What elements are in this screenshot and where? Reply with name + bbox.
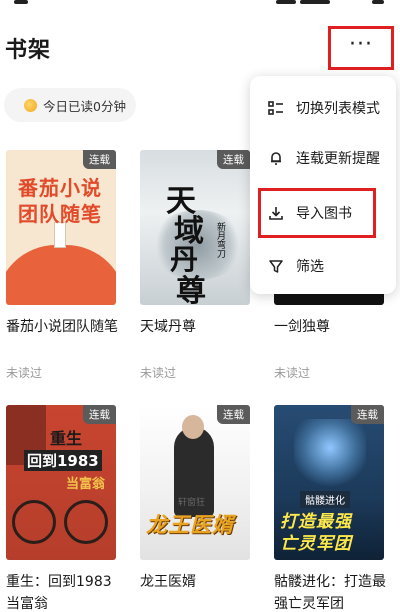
status-bar bbox=[0, 0, 400, 8]
book-title[interactable]: 天域丹尊 bbox=[140, 316, 260, 338]
more-menu: 切换列表模式 连载更新提醒 导入图书 筛选 bbox=[250, 76, 396, 294]
book-cover[interactable]: 骷髅进化 打造最强 亡灵军团 连载 bbox=[274, 405, 384, 560]
book-status: 未读过 bbox=[6, 366, 43, 380]
reading-time-pill[interactable]: 今日已读0分钟 bbox=[4, 88, 136, 122]
book-title[interactable]: 龙王医婿 bbox=[140, 571, 260, 593]
book-status: 未读过 bbox=[274, 366, 311, 380]
menu-item-update-reminder[interactable]: 连载更新提醒 bbox=[250, 138, 396, 178]
serial-badge: 连载 bbox=[83, 150, 116, 169]
bell-icon bbox=[268, 150, 284, 166]
serial-badge: 连载 bbox=[217, 150, 250, 169]
menu-item-label: 筛选 bbox=[296, 259, 324, 275]
book-cover[interactable]: 天 域 丹 尊 新月弯刀 连载 bbox=[140, 150, 250, 305]
book-title[interactable]: 骷髅进化：打造最强亡灵军团 bbox=[274, 571, 386, 612]
book-cover[interactable]: 重生 回到1983 当富翁 连载 bbox=[6, 405, 116, 560]
book-status: 未读过 bbox=[140, 366, 177, 380]
more-icon: ··· bbox=[349, 32, 373, 57]
reading-time-text: 今日已读0分钟 bbox=[43, 98, 126, 114]
menu-item-label: 切换列表模式 bbox=[296, 101, 380, 117]
serial-badge: 连载 bbox=[217, 405, 250, 424]
book-cover[interactable]: 轩窗狂 龙王医婿 连载 bbox=[140, 405, 250, 560]
import-highlight-box bbox=[258, 188, 376, 238]
coin-icon bbox=[24, 98, 37, 112]
list-grid-icon bbox=[268, 100, 284, 116]
menu-item-list-mode[interactable]: 切换列表模式 bbox=[250, 88, 396, 128]
more-button[interactable]: ··· bbox=[328, 26, 394, 70]
menu-item-label: 连载更新提醒 bbox=[296, 151, 380, 167]
book-cover[interactable]: 番茄小说 团队随笔 连载 bbox=[6, 150, 116, 305]
book-title[interactable]: 重生：回到1983当富翁 bbox=[6, 571, 122, 612]
filter-icon bbox=[268, 258, 284, 274]
book-title[interactable]: 番茄小说团队随笔 bbox=[6, 316, 118, 338]
menu-item-filter[interactable]: 筛选 bbox=[250, 246, 396, 286]
page-title: 书架 bbox=[5, 38, 52, 63]
serial-badge: 连载 bbox=[83, 405, 116, 424]
book-title[interactable]: 一剑独尊 bbox=[274, 316, 394, 338]
serial-badge: 连载 bbox=[351, 405, 384, 424]
